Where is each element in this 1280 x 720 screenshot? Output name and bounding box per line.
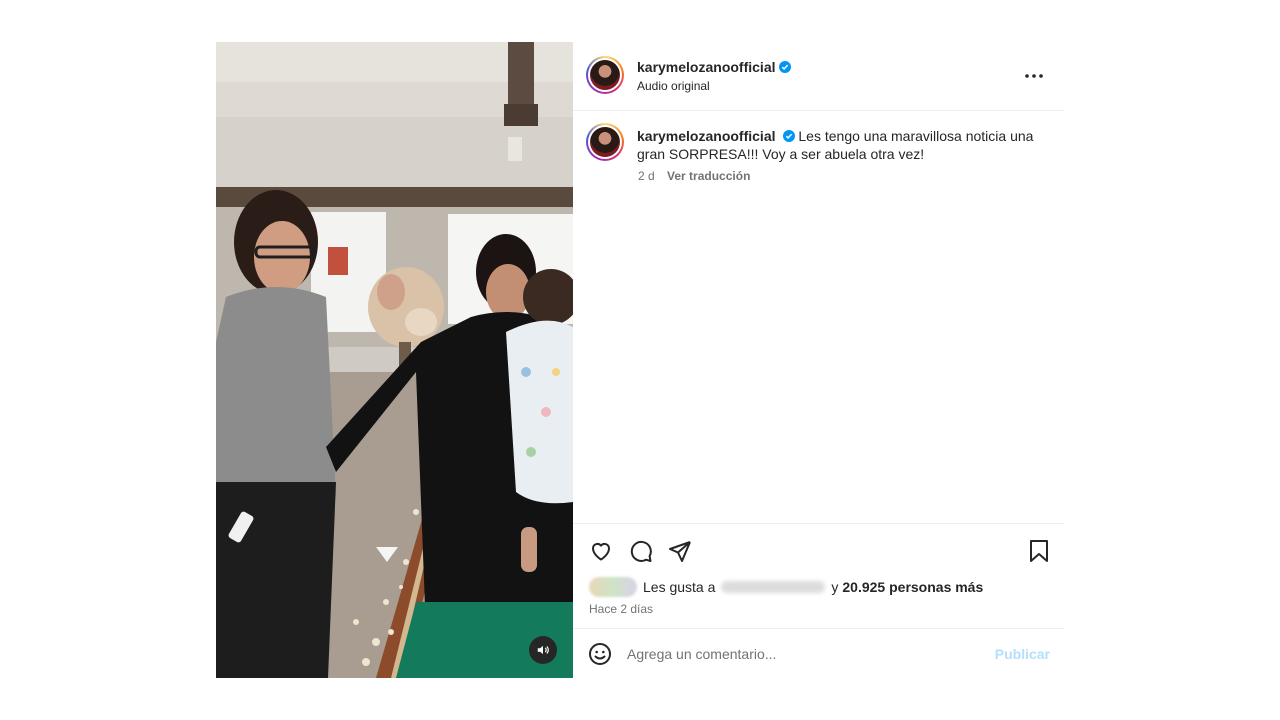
more-options-icon	[1025, 74, 1043, 78]
caption-username[interactable]: karymelozanoofficial	[637, 128, 776, 144]
paper-plane-icon	[669, 541, 691, 562]
post-video[interactable]	[216, 42, 573, 678]
save-button[interactable]	[1025, 537, 1053, 565]
caption-meta: 2 d Ver traducción	[638, 169, 759, 183]
caption-text-block: karymelozanoofficial Les tengo una marav…	[637, 127, 1037, 163]
comment-button[interactable]	[627, 537, 655, 565]
more-options-button[interactable]	[1022, 64, 1046, 88]
verified-badge-icon	[778, 61, 791, 73]
post-side-panel: karymelozanoofficial Audio original kary…	[573, 42, 1064, 678]
like-button[interactable]	[587, 537, 615, 565]
instagram-post: karymelozanoofficial Audio original kary…	[216, 42, 1064, 678]
post-timestamp[interactable]: Hace 2 días	[589, 602, 653, 616]
author-avatar[interactable]	[586, 56, 624, 94]
caption-avatar[interactable]	[586, 123, 624, 161]
audio-label[interactable]: Audio original	[637, 79, 710, 93]
publish-button[interactable]: Publicar	[995, 646, 1050, 662]
comment-input[interactable]: Agrega un comentario...	[627, 646, 776, 662]
verified-badge-icon	[782, 130, 795, 142]
see-translation-link[interactable]: Ver traducción	[667, 169, 750, 183]
likes-connector: y	[831, 579, 839, 595]
emoji-smiley-icon	[589, 643, 611, 665]
post-actions: Les gusta a y 20.925 personas más Hace 2…	[573, 523, 1064, 679]
comment-composer: Agrega un comentario... Publicar	[573, 628, 1064, 680]
liker-name-blurred[interactable]	[721, 581, 826, 593]
post-header: karymelozanoofficial Audio original	[573, 42, 1064, 111]
mute-button[interactable]	[529, 636, 557, 664]
author-username[interactable]: karymelozanoofficial	[637, 59, 776, 75]
video-frame-image	[216, 42, 573, 678]
emoji-button[interactable]	[586, 640, 614, 668]
comment-bubble-icon	[630, 540, 652, 562]
liker-avatars[interactable]	[589, 577, 637, 597]
share-button[interactable]	[666, 537, 694, 565]
bookmark-icon	[1030, 540, 1048, 562]
speaker-icon	[537, 645, 549, 655]
heart-icon	[591, 542, 611, 561]
post-age[interactable]: 2 d	[638, 169, 655, 183]
likes-summary: Les gusta a y 20.925 personas más	[589, 577, 983, 597]
likes-count[interactable]: 20.925 personas más	[842, 579, 983, 595]
likes-prefix: Les gusta a	[643, 579, 716, 595]
